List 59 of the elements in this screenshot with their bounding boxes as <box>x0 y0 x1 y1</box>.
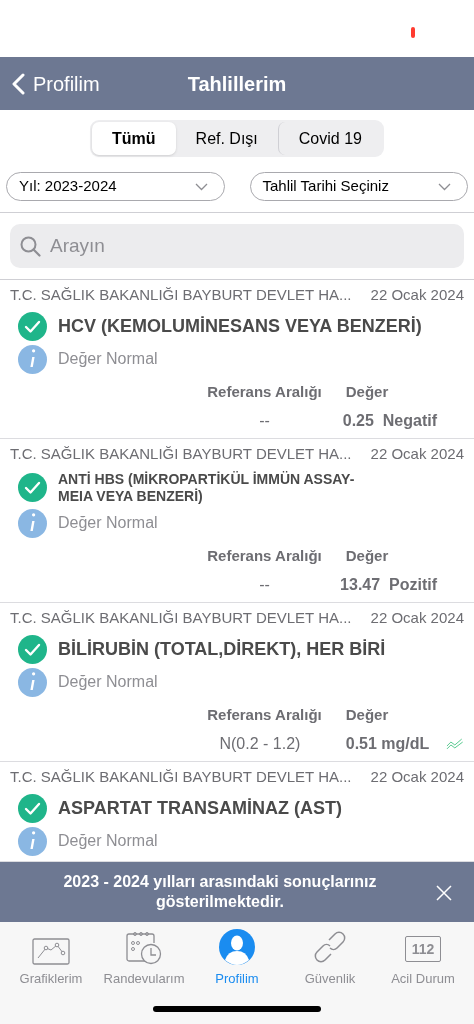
status-text: Değer Normal <box>58 672 158 692</box>
test-name: ANTİ HBS (MİKROPARTİKÜL İMMÜN ASSAY-MEIA VEYA BENZERİ) <box>58 470 356 505</box>
status-text: Değer Normal <box>58 349 158 369</box>
test-name: BİLİRUBİN (TOTAL,DİREKT), HER BİRİ <box>58 637 386 661</box>
column-header: Değer <box>344 545 390 566</box>
back-button[interactable]: Profilim <box>0 68 100 99</box>
tab-bar-item[interactable]: 112 Acil Durum <box>378 928 468 989</box>
info-banner-text: 2023 - 2024 yılları arasındaki sonuçlarınız gösterilmektedir. <box>62 872 378 912</box>
column-header: Referans Aralığı <box>206 704 323 725</box>
result-date: 22 Ocak 2024 <box>370 767 464 787</box>
result-value: 0.25 Negatif <box>341 411 437 431</box>
screen-title: Tahlillerim <box>187 71 287 97</box>
segment-tab[interactable]: Ref. Dışı <box>175 122 278 155</box>
result-value: 0.51 mg/dL <box>344 734 430 754</box>
info-icon <box>18 826 47 856</box>
test-name: ASPARTAT TRANSAMİNAZ (AST) <box>58 796 342 820</box>
column-header: Referans Aralığı <box>206 381 323 402</box>
hospital-name: T.C. SAĞLIK BAKANLIĞI BAYBURT DEVLET HA... <box>10 444 352 464</box>
check-icon <box>18 311 47 341</box>
reference-range: N(0.2 - 1.2) <box>218 734 302 754</box>
info-icon <box>18 667 47 697</box>
tab-bar-item[interactable]: Güvenlik <box>285 928 375 989</box>
check-icon <box>18 634 47 664</box>
hospital-name: T.C. SAĞLIK BAKANLIĞI BAYBURT DEVLET HA... <box>10 285 352 305</box>
info-icon <box>18 508 47 538</box>
result-date: 22 Ocak 2024 <box>370 444 464 464</box>
column-header: Değer <box>344 704 390 725</box>
tab-bar-item[interactable]: Grafiklerim <box>6 928 96 989</box>
result-value: 13.47 Pozitif <box>339 575 437 595</box>
test-name: HCV (KEMOLUMİNESANS VEYA BENZERİ) <box>58 314 422 338</box>
person-icon <box>219 929 255 965</box>
chevron-down-icon <box>438 182 451 191</box>
tab-bar-item[interactable]: Randevularım <box>99 928 189 989</box>
segment-tab[interactable]: Covid 19 <box>277 122 382 155</box>
segment-tab[interactable]: Tümü <box>92 122 176 155</box>
result-date: 22 Ocak 2024 <box>370 285 464 305</box>
reference-range: -- <box>258 575 271 595</box>
emergency-number-badge: 112 <box>404 936 442 962</box>
chain-link-icon <box>312 929 348 965</box>
search-field[interactable]: Arayın <box>10 224 464 268</box>
back-icon <box>12 72 25 95</box>
check-icon <box>18 793 47 823</box>
column-header: Değer <box>344 381 390 402</box>
status-text: Değer Normal <box>58 831 158 851</box>
column-header: Referans Aralığı <box>206 545 323 566</box>
search-icon <box>20 236 41 257</box>
hospital-name: T.C. SAĞLIK BAKANLIĞI BAYBURT DEVLET HA... <box>10 767 352 787</box>
hospital-name: T.C. SAĞLIK BAKANLIĞI BAYBURT DEVLET HA... <box>10 608 352 628</box>
line-chart-icon <box>32 938 70 965</box>
calendar-clock-icon <box>126 931 162 965</box>
result-date: 22 Ocak 2024 <box>370 608 464 628</box>
status-text: Değer Normal <box>58 513 158 533</box>
chevron-down-icon <box>194 182 208 191</box>
tab-bar-item[interactable]: Profilim <box>192 928 282 989</box>
check-icon <box>18 473 47 502</box>
reference-range: -- <box>258 411 271 431</box>
recording-indicator-icon <box>411 27 415 38</box>
close-icon[interactable] <box>436 885 452 901</box>
info-icon <box>18 344 47 374</box>
